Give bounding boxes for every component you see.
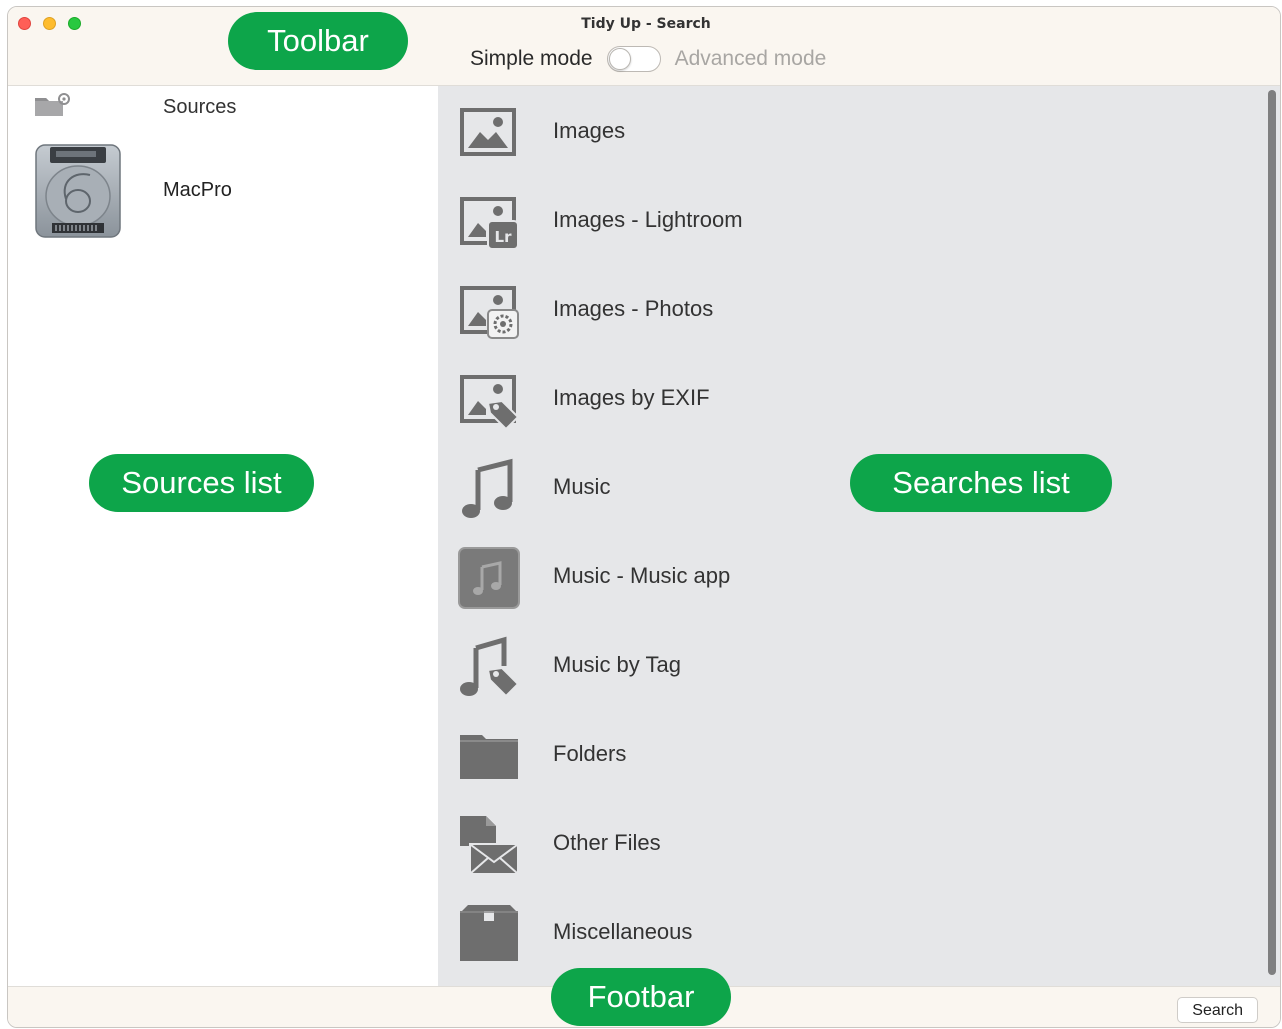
search-item-label: Music by Tag xyxy=(553,652,681,677)
advanced-mode-label: Advanced mode xyxy=(674,47,827,70)
image-tag-icon xyxy=(458,369,520,431)
search-item-label: Miscellaneous xyxy=(553,919,693,944)
search-item-label: Images by EXIF xyxy=(553,385,710,410)
search-item-label: Music - Music app xyxy=(553,563,731,588)
document-envelope-icon xyxy=(458,814,520,876)
source-item-macpro[interactable]: MacPro xyxy=(8,136,438,241)
search-button[interactable]: Search xyxy=(1177,997,1258,1023)
search-item-label: Images - Lightroom xyxy=(553,207,743,232)
music-note-icon xyxy=(458,458,520,520)
image-photos-icon xyxy=(458,280,520,342)
search-item-label: Other Files xyxy=(553,830,661,855)
music-app-icon xyxy=(458,547,520,609)
toggle-knob xyxy=(608,48,631,70)
search-item-music-by-tag[interactable]: Music by Tag xyxy=(438,620,1268,709)
box-icon xyxy=(458,903,520,965)
search-item-miscellaneous[interactable]: Miscellaneous xyxy=(438,887,1268,976)
mode-switcher: Simple mode Advanced mode xyxy=(470,45,826,73)
source-item-label: MacPro xyxy=(163,179,232,201)
search-item-folders[interactable]: Folders xyxy=(438,709,1268,798)
search-item-label: Images - Photos xyxy=(553,296,714,321)
annotation-toolbar: Toolbar xyxy=(228,12,408,70)
app-window: Tidy Up - Search Simple mode Advanced mo… xyxy=(7,6,1281,1028)
search-item-images-lightroom[interactable]: Lr Images - Lightroom xyxy=(438,175,1268,264)
annotation-searches-list: Searches list xyxy=(850,454,1112,512)
music-tag-icon xyxy=(458,636,520,698)
svg-text:Lr: Lr xyxy=(495,228,513,246)
searches-list: Images Lr Images - Lightroom Images - Ph… xyxy=(438,86,1280,986)
annotation-footbar: Footbar xyxy=(551,968,731,1026)
toolbar: Tidy Up - Search Simple mode Advanced mo… xyxy=(8,7,1280,86)
searches-scrollbar[interactable] xyxy=(1268,90,1276,975)
annotation-sources-list: Sources list xyxy=(89,454,314,512)
mode-toggle[interactable] xyxy=(606,46,661,72)
search-item-label: Images xyxy=(553,118,626,143)
search-item-images-photos[interactable]: Images - Photos xyxy=(438,264,1268,353)
simple-mode-label: Simple mode xyxy=(470,47,593,70)
sources-header-label: Sources xyxy=(163,96,237,118)
search-item-music-app[interactable]: Music - Music app xyxy=(438,531,1268,620)
image-icon xyxy=(458,102,520,164)
folder-icon xyxy=(458,725,520,787)
search-item-images[interactable]: Images xyxy=(438,86,1268,175)
search-item-label: Music xyxy=(553,474,611,499)
search-item-images-by-exif[interactable]: Images by EXIF xyxy=(438,353,1268,442)
window-title: Tidy Up - Search xyxy=(581,16,711,32)
image-lightroom-icon: Lr xyxy=(458,191,520,253)
sources-list: Sources MacPro xyxy=(8,86,438,986)
hard-disk-icon xyxy=(30,141,126,246)
folder-gear-icon[interactable] xyxy=(34,92,72,123)
search-item-label: Folders xyxy=(553,741,627,766)
search-item-other-files[interactable]: Other Files xyxy=(438,798,1268,887)
